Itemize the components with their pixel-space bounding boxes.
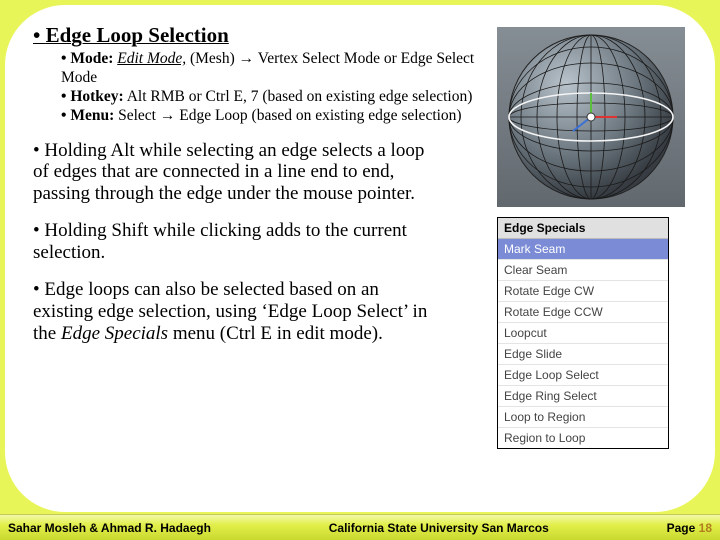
menu-item[interactable]: Loopcut: [498, 322, 668, 343]
slide-title: Edge Loop Selection: [33, 23, 487, 48]
menu-item[interactable]: Rotate Edge CCW: [498, 301, 668, 322]
body-bullet-1: Holding Alt while selecting an edge sele…: [33, 140, 443, 206]
menu-item[interactable]: Rotate Edge CW: [498, 280, 668, 301]
edge-specials-menu: Edge Specials Mark Seam Clear Seam Rotat…: [497, 217, 669, 449]
menu-item[interactable]: Loop to Region: [498, 406, 668, 427]
menu-item[interactable]: Edge Loop Select: [498, 364, 668, 385]
menu-item[interactable]: Mark Seam: [498, 239, 668, 259]
footer-authors: Sahar Mosleh & Ahmad R. Hadaegh: [0, 521, 211, 535]
menu-item[interactable]: Edge Ring Select: [498, 385, 668, 406]
body-bullet-2: Holding Shift while clicking adds to the…: [33, 220, 443, 264]
sub-mode: Mode: Edit Mode, (Mesh) → Vertex Select …: [61, 50, 487, 88]
menu-item[interactable]: Clear Seam: [498, 259, 668, 280]
body-bullet-3: Edge loops can also be selected based on…: [33, 279, 443, 345]
sub-menu: Menu: Select → Edge Loop (based on exist…: [61, 107, 487, 126]
menu-item[interactable]: Region to Loop: [498, 427, 668, 448]
menu-item[interactable]: Edge Slide: [498, 343, 668, 364]
footer-institution: California State University San Marcos: [211, 521, 667, 535]
sub-hotkey: Hotkey: Alt RMB or Ctrl E, 7 (based on e…: [61, 88, 487, 107]
menu-title: Edge Specials: [498, 218, 668, 239]
footer-page: Page 18: [667, 521, 720, 535]
slide-footer: Sahar Mosleh & Ahmad R. Hadaegh Californ…: [0, 514, 720, 540]
sphere-figure: [497, 27, 685, 207]
